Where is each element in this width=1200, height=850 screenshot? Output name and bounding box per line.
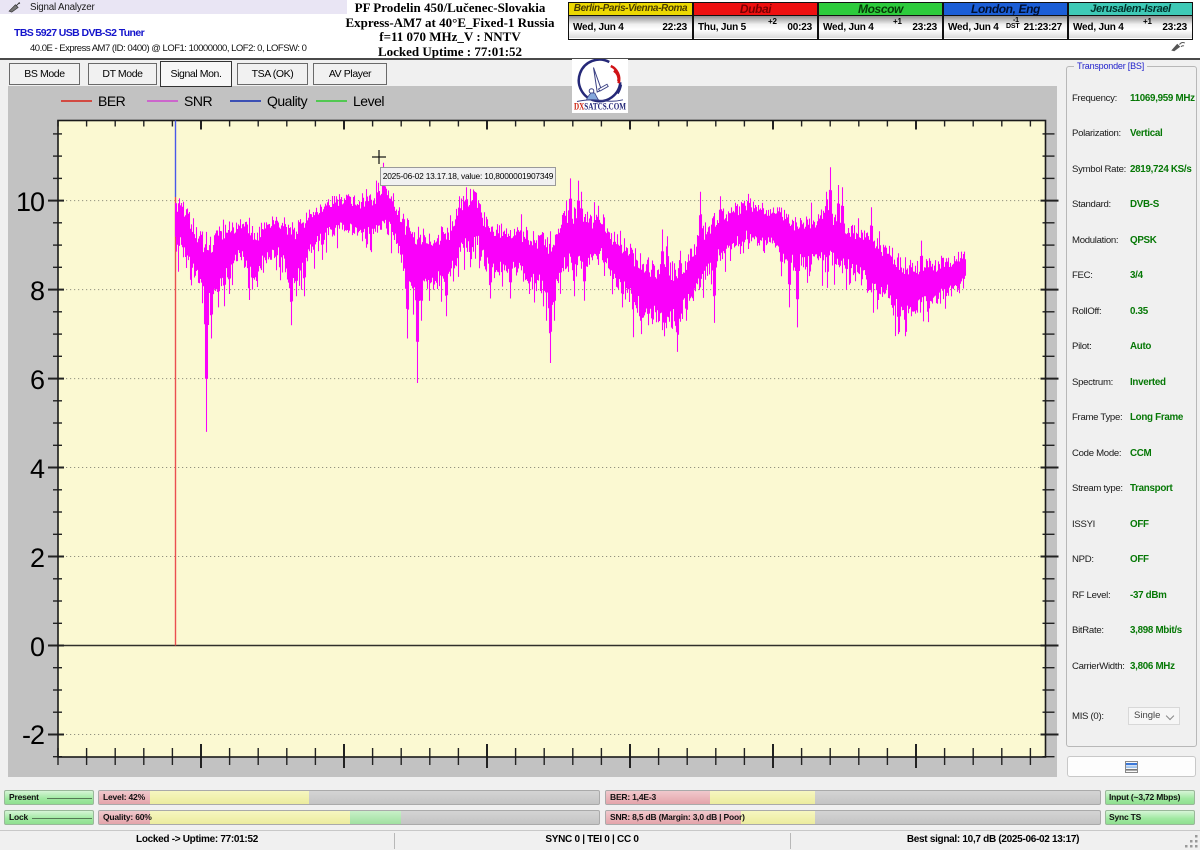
svg-text:DXSATCS.COM: DXSATCS.COM — [574, 102, 626, 112]
